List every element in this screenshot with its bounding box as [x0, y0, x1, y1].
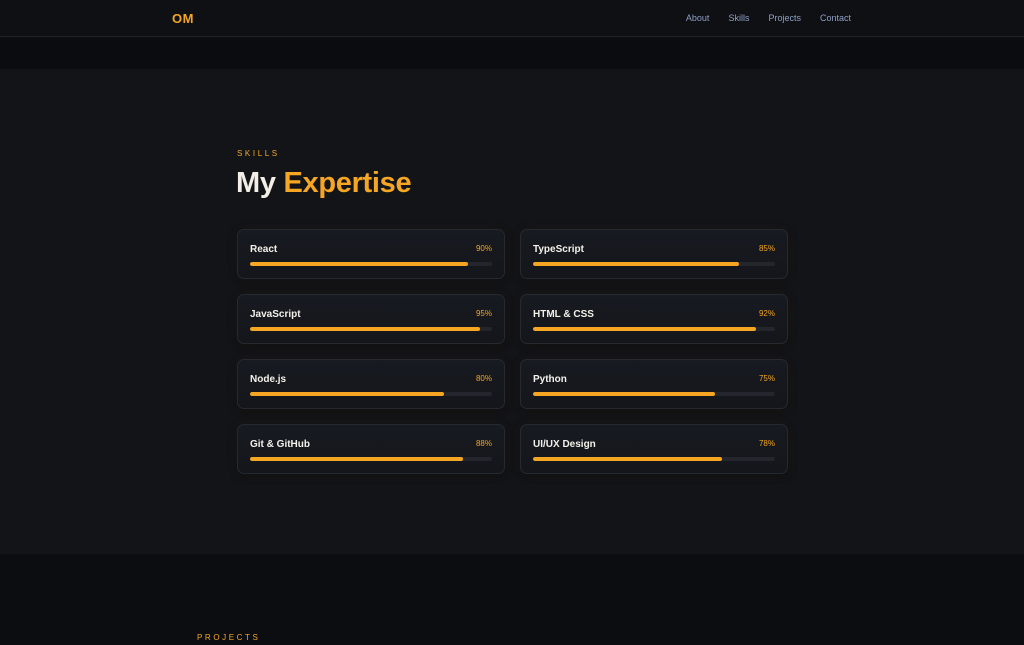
skill-progress-fill [533, 262, 739, 266]
skill-card-git-github: Git & GitHub 88% [237, 424, 505, 474]
skill-progress-track [533, 262, 775, 266]
skill-percent: 85% [758, 244, 775, 253]
skill-percent: 80% [475, 374, 492, 383]
skill-card-typescript: TypeScript 85% [520, 229, 788, 279]
projects-eyebrow: PROJECTS [197, 633, 261, 642]
skill-card-react: React 90% [237, 229, 505, 279]
skill-progress-fill [533, 327, 756, 331]
skills-eyebrow: SKILLS [237, 149, 280, 158]
skill-name: Python [533, 374, 567, 385]
skill-progress-fill [250, 262, 468, 266]
nav-link-contact[interactable]: Contact [820, 13, 851, 23]
skill-card-uiux-design: UI/UX Design 78% [520, 424, 788, 474]
skill-percent: 95% [475, 309, 492, 318]
nav-link-skills[interactable]: Skills [728, 13, 749, 23]
header-spacer [0, 38, 1024, 69]
skill-name: Node.js [250, 374, 287, 385]
skill-card-javascript: JavaScript 95% [237, 294, 505, 344]
skill-progress-track [533, 327, 775, 331]
skills-grid: React 90% TypeScript 85% JavaScript 95% … [237, 229, 788, 474]
skill-progress-track [250, 392, 492, 396]
skill-percent: 75% [758, 374, 775, 383]
skill-progress-fill [250, 392, 444, 396]
skill-progress-track [533, 392, 775, 396]
skill-card-nodejs: Node.js 80% [237, 359, 505, 409]
skill-name: TypeScript [533, 244, 584, 255]
skills-heading: My Expertise [236, 167, 412, 200]
projects-section [0, 554, 1024, 645]
nav-links: About Skills Projects Contact [686, 13, 851, 23]
skill-name: React [250, 244, 278, 255]
skill-percent: 88% [475, 439, 492, 448]
skill-name: HTML & CSS [533, 309, 594, 320]
skill-name: Git & GitHub [250, 439, 310, 450]
skill-progress-track [533, 457, 775, 461]
skill-percent: 78% [758, 439, 775, 448]
skill-card-html-css: HTML & CSS 92% [520, 294, 788, 344]
skill-progress-fill [533, 457, 722, 461]
skill-percent: 90% [475, 244, 492, 253]
nav-link-about[interactable]: About [686, 13, 710, 23]
skill-name: UI/UX Design [533, 439, 596, 450]
skill-name: JavaScript [250, 309, 301, 320]
skill-progress-fill [533, 392, 715, 396]
navbar: OM About Skills Projects Contact [0, 0, 1024, 37]
skill-progress-track [250, 262, 492, 266]
heading-main: My [236, 167, 276, 199]
skill-percent: 92% [758, 309, 775, 318]
skill-progress-track [250, 457, 492, 461]
skill-card-python: Python 75% [520, 359, 788, 409]
heading-accent: Expertise [283, 167, 412, 199]
nav-link-projects[interactable]: Projects [768, 13, 801, 23]
skill-progress-fill [250, 327, 480, 331]
logo[interactable]: OM [172, 11, 194, 26]
skill-progress-track [250, 327, 492, 331]
skill-progress-fill [250, 457, 463, 461]
